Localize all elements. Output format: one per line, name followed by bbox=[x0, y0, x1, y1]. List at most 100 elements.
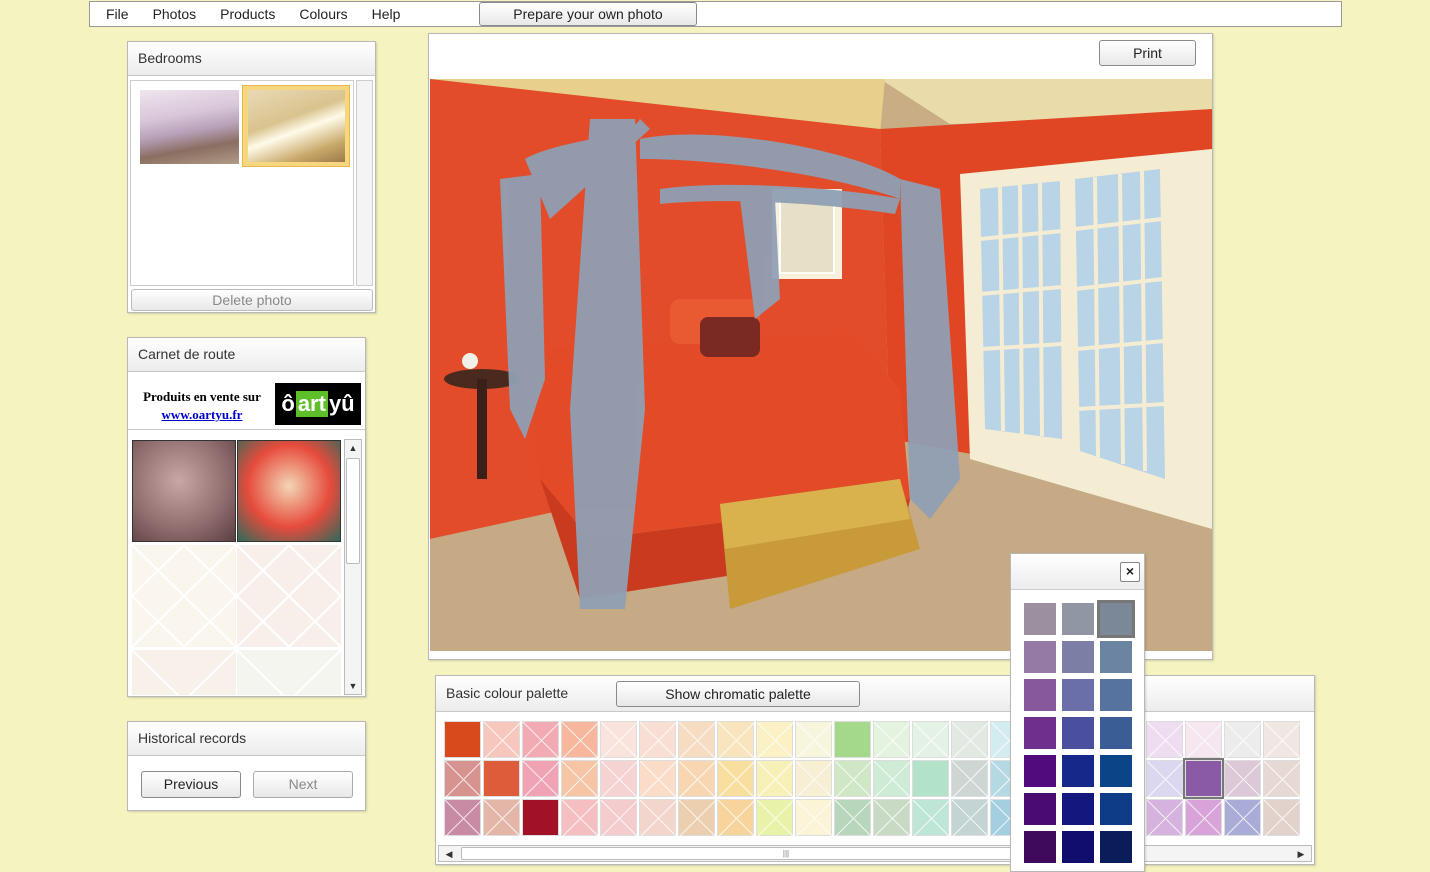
colour-swatch[interactable] bbox=[522, 799, 559, 836]
shade-swatch[interactable] bbox=[1062, 603, 1094, 635]
colour-swatch[interactable] bbox=[873, 799, 911, 837]
bedroom-thumbnail-2-selected[interactable] bbox=[242, 85, 350, 167]
shade-swatch[interactable] bbox=[1100, 793, 1132, 825]
artwork-tile-placeholder[interactable] bbox=[237, 650, 341, 695]
colour-swatch[interactable] bbox=[951, 799, 989, 837]
menu-file[interactable]: File bbox=[106, 6, 129, 22]
colour-swatch[interactable] bbox=[522, 760, 560, 798]
oartyu-logo[interactable]: ô art yû bbox=[275, 383, 361, 425]
colour-swatch[interactable] bbox=[561, 721, 599, 759]
colour-swatch[interactable] bbox=[717, 799, 755, 837]
menu-products[interactable]: Products bbox=[220, 6, 275, 22]
shade-swatch[interactable] bbox=[1024, 831, 1056, 863]
colour-swatch[interactable] bbox=[834, 799, 872, 837]
delete-photo-button[interactable]: Delete photo bbox=[131, 289, 373, 311]
shade-swatch[interactable] bbox=[1097, 600, 1135, 638]
shade-swatch[interactable] bbox=[1062, 793, 1094, 825]
colour-swatch[interactable] bbox=[483, 760, 520, 797]
colour-swatch[interactable] bbox=[1185, 721, 1223, 759]
previous-button[interactable]: Previous bbox=[141, 771, 241, 798]
show-chromatic-palette-button[interactable]: Show chromatic palette bbox=[616, 681, 860, 707]
shade-swatch[interactable] bbox=[1100, 641, 1132, 673]
shade-swatch[interactable] bbox=[1062, 679, 1094, 711]
colour-swatch[interactable] bbox=[756, 760, 794, 798]
shade-swatch[interactable] bbox=[1024, 603, 1056, 635]
colour-swatch[interactable] bbox=[756, 721, 794, 759]
colour-swatch[interactable] bbox=[678, 799, 716, 837]
shade-swatch[interactable] bbox=[1100, 679, 1132, 711]
colour-swatch[interactable] bbox=[483, 799, 521, 837]
colour-swatch[interactable] bbox=[873, 760, 911, 798]
colour-swatch[interactable] bbox=[444, 799, 482, 837]
colour-swatch[interactable] bbox=[1224, 721, 1262, 759]
colour-swatch[interactable] bbox=[639, 721, 677, 759]
artwork-tile-placeholder[interactable] bbox=[132, 650, 236, 695]
colour-swatch[interactable] bbox=[912, 799, 950, 837]
colour-swatch[interactable] bbox=[951, 760, 989, 798]
thumbnail-scrollbar[interactable] bbox=[356, 80, 373, 286]
shade-swatch[interactable] bbox=[1062, 717, 1094, 749]
colour-swatch[interactable] bbox=[483, 721, 521, 759]
shade-swatch[interactable] bbox=[1024, 755, 1056, 787]
colour-swatch[interactable] bbox=[756, 799, 794, 837]
colour-swatch[interactable] bbox=[1146, 760, 1184, 798]
artwork-tile-placeholder[interactable] bbox=[132, 545, 236, 647]
colour-swatch[interactable] bbox=[795, 721, 833, 759]
shade-swatch[interactable] bbox=[1062, 641, 1094, 673]
shade-swatch[interactable] bbox=[1024, 793, 1056, 825]
colour-swatch[interactable] bbox=[1263, 799, 1301, 837]
shade-swatch[interactable] bbox=[1062, 755, 1094, 787]
prepare-photo-button[interactable]: Prepare your own photo bbox=[479, 2, 697, 26]
colour-swatch[interactable] bbox=[834, 721, 871, 758]
scroll-down-icon[interactable]: ▼ bbox=[345, 678, 361, 694]
colour-swatch[interactable] bbox=[795, 760, 833, 798]
colour-swatch[interactable] bbox=[561, 760, 599, 798]
shade-swatch[interactable] bbox=[1100, 755, 1132, 787]
colour-swatch[interactable] bbox=[1224, 799, 1262, 837]
shade-swatch[interactable] bbox=[1100, 717, 1132, 749]
colour-swatch[interactable] bbox=[639, 799, 677, 837]
colour-swatch[interactable] bbox=[1183, 758, 1224, 799]
colour-swatch[interactable] bbox=[912, 721, 950, 759]
shade-swatch[interactable] bbox=[1024, 679, 1056, 711]
colour-swatch[interactable] bbox=[600, 799, 638, 837]
colour-swatch[interactable] bbox=[912, 760, 949, 797]
colour-swatch[interactable] bbox=[600, 760, 638, 798]
artwork-tile[interactable] bbox=[132, 440, 236, 542]
shade-swatch[interactable] bbox=[1024, 641, 1056, 673]
colour-swatch[interactable] bbox=[717, 721, 755, 759]
menu-colours[interactable]: Colours bbox=[299, 6, 347, 22]
scroll-thumb[interactable] bbox=[346, 458, 360, 564]
colour-swatch[interactable] bbox=[1224, 760, 1262, 798]
colour-swatch[interactable] bbox=[1185, 799, 1223, 837]
colour-swatch[interactable] bbox=[951, 721, 989, 759]
artwork-scrollbar[interactable]: ▲ ▼ bbox=[344, 439, 362, 695]
artwork-tile-placeholder[interactable] bbox=[237, 545, 341, 647]
next-button[interactable]: Next bbox=[253, 771, 353, 798]
colour-swatch[interactable] bbox=[834, 760, 872, 798]
print-button[interactable]: Print bbox=[1099, 40, 1196, 66]
colour-swatch[interactable] bbox=[600, 721, 638, 759]
colour-swatch[interactable] bbox=[639, 760, 677, 798]
bedroom-thumbnail-1[interactable] bbox=[140, 90, 239, 164]
colour-swatch[interactable] bbox=[717, 760, 755, 798]
menu-help[interactable]: Help bbox=[372, 6, 401, 22]
artwork-tile[interactable] bbox=[237, 440, 341, 542]
scroll-right-icon[interactable]: ▶ bbox=[1293, 846, 1309, 862]
colour-swatch[interactable] bbox=[1263, 721, 1301, 759]
colour-swatch[interactable] bbox=[1263, 760, 1301, 798]
colour-swatch[interactable] bbox=[444, 760, 482, 798]
colour-swatch[interactable] bbox=[873, 721, 911, 759]
colour-swatch[interactable] bbox=[795, 799, 833, 837]
colour-swatch[interactable] bbox=[678, 760, 716, 798]
scroll-left-icon[interactable]: ◀ bbox=[441, 846, 457, 862]
scroll-up-icon[interactable]: ▲ bbox=[345, 440, 361, 456]
colour-swatch[interactable] bbox=[444, 721, 481, 758]
close-icon[interactable]: × bbox=[1120, 562, 1140, 582]
colour-swatch[interactable] bbox=[1146, 799, 1184, 837]
shade-swatch[interactable] bbox=[1062, 831, 1094, 863]
colour-swatch[interactable] bbox=[678, 721, 716, 759]
colour-swatch[interactable] bbox=[522, 721, 560, 759]
shade-swatch[interactable] bbox=[1100, 831, 1132, 863]
ad-link[interactable]: www.oartyu.fr bbox=[162, 407, 243, 422]
